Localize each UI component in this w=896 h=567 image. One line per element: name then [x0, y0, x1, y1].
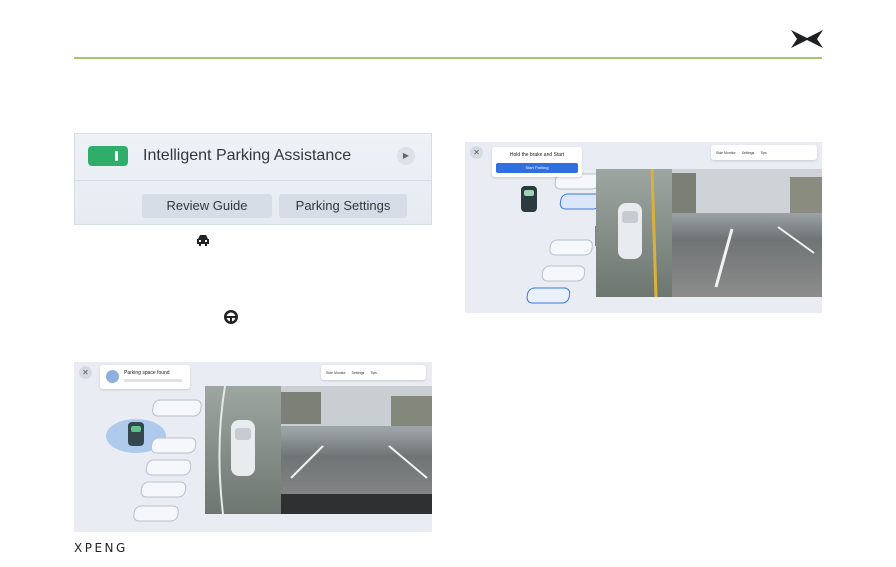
expand-arrow-icon[interactable]: ▶ [397, 147, 415, 165]
rear-camera-view [672, 169, 822, 297]
start-parking-button[interactable]: Start Parking [496, 163, 578, 173]
review-guide-button[interactable]: Review Guide [142, 194, 272, 218]
notice-title: Parking space found [124, 370, 170, 376]
parking-space-found-screen: ✕ Parking space found Side Monitor Setti… [74, 362, 432, 532]
parking-settings-panel: Intelligent Parking Assistance ▶ Review … [74, 133, 432, 225]
header-rule [74, 57, 822, 59]
bird-view-camera [205, 386, 281, 514]
bird-view-camera [596, 169, 672, 297]
close-icon[interactable]: ✕ [79, 366, 92, 379]
parking-assist-toggle[interactable] [88, 146, 128, 166]
side-monitor-button[interactable]: Side Monitor [716, 151, 736, 155]
rear-camera-view [281, 386, 432, 514]
screen-toolbar: Side Monitor Settings Tips [711, 145, 817, 160]
steering-wheel-icon [224, 310, 238, 324]
tips-button[interactable]: Tips [760, 151, 766, 155]
brand-footer: XPENG [74, 541, 128, 555]
settings-button[interactable]: Settings [352, 371, 365, 375]
xpeng-logo-icon [791, 30, 823, 48]
settings-button[interactable]: Settings [742, 151, 755, 155]
parking-assist-row: Intelligent Parking Assistance ▶ [75, 134, 431, 181]
parking-settings-button[interactable]: Parking Settings [279, 194, 407, 218]
side-monitor-button[interactable]: Side Monitor [326, 371, 346, 375]
parking-space-notice: Parking space found [100, 365, 190, 389]
car-icon [197, 235, 209, 246]
parking-notice-icon [106, 370, 119, 383]
start-parking-screen: ✕ Hold the brake and Start Start Parking… [465, 142, 822, 313]
start-parking-notice: Hold the brake and Start Start Parking [492, 147, 582, 177]
notice-title: Hold the brake and Start [509, 152, 565, 158]
tips-button[interactable]: Tips [370, 371, 376, 375]
close-icon[interactable]: ✕ [470, 146, 483, 159]
panel-title: Intelligent Parking Assistance [143, 147, 352, 164]
screen-toolbar: Side Monitor Settings Tips [321, 365, 426, 380]
